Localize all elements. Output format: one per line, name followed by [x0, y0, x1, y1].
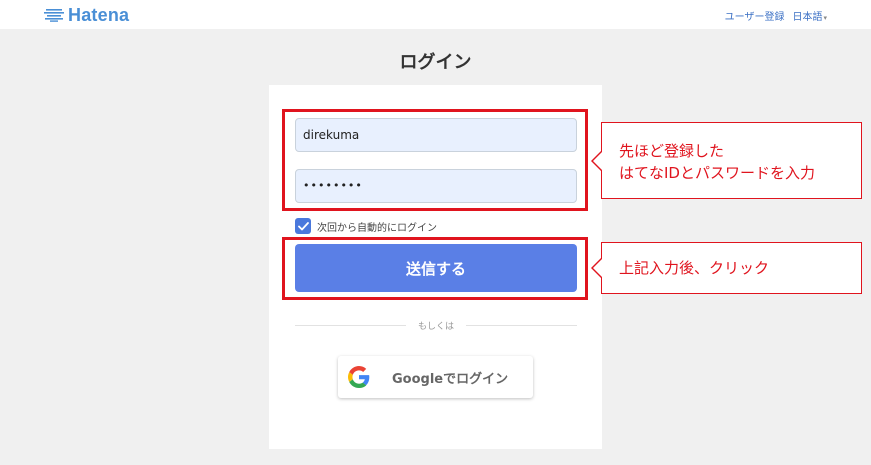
credentials-callout: 先ほど登録した はてなIDとパスワードを入力 — [591, 122, 862, 199]
submit-callout: 上記入力後、クリック — [591, 242, 862, 294]
top-bar: Hatena ユーザー登録 日本語▾ — [0, 0, 871, 29]
credentials-highlight — [282, 109, 588, 211]
language-label: 日本語 — [792, 12, 823, 23]
google-login-button[interactable]: Googleでログイン — [338, 356, 533, 398]
remember-me[interactable]: 次回から自動的にログイン — [295, 218, 437, 234]
page-title: ログイン — [399, 52, 472, 73]
callout-submit-text: 上記入力後、クリック — [619, 259, 770, 277]
hatena-logo[interactable]: Hatena — [44, 4, 129, 26]
language-select[interactable]: 日本語▾ — [792, 8, 827, 23]
callout-line-2: はてなIDとパスワードを入力 — [619, 164, 815, 182]
divider-line-left — [295, 324, 406, 326]
or-divider: もしくは — [295, 319, 578, 332]
hatena-logo-icon — [44, 9, 64, 22]
callout-line-1: 先ほど登録した — [619, 142, 725, 160]
divider-text: もしくは — [418, 321, 455, 332]
logo-text: Hatena — [68, 4, 130, 25]
remember-label: 次回から自動的にログイン — [317, 222, 437, 234]
checkmark-icon — [297, 221, 309, 230]
submit-highlight — [282, 237, 588, 300]
google-login-label: Googleでログイン — [392, 371, 509, 387]
chevron-down-icon: ▾ — [823, 14, 827, 22]
divider-line-right — [466, 324, 578, 326]
register-link[interactable]: ユーザー登録 — [725, 8, 785, 23]
header-links: ユーザー登録 日本語▾ — [725, 8, 827, 23]
google-icon — [348, 366, 370, 388]
remember-checkbox[interactable] — [295, 218, 311, 234]
